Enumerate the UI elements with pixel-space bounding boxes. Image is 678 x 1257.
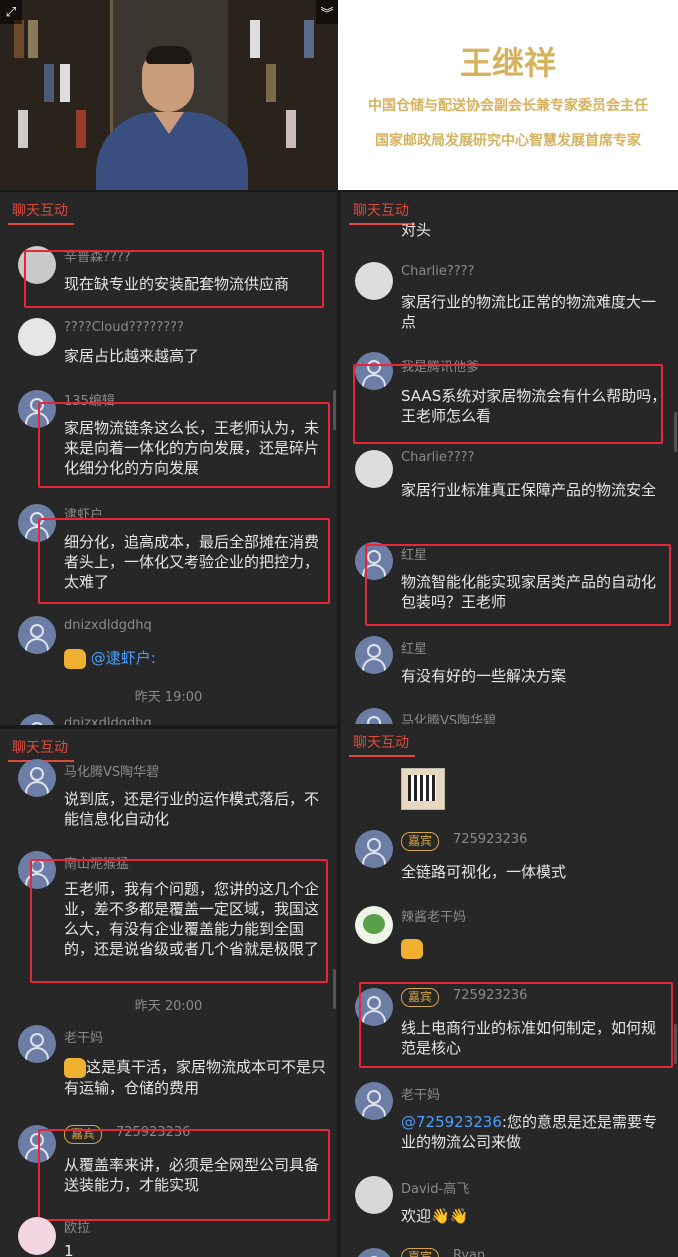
message-text: 家居行业标准真正保障产品的物流安全: [401, 481, 657, 499]
chat-header: 聊天互动: [341, 724, 678, 758]
chat-panel-4: 聊天互动 嘉宾 725923236 全链路可视化，一体模式 辣酱老干妈 嘉宾 7…: [341, 724, 678, 1257]
scrollbar[interactable]: [333, 390, 336, 430]
message-text: [401, 938, 423, 959]
collapse-icon[interactable]: ︾: [316, 0, 338, 24]
avatar: [355, 636, 393, 674]
speaker-title-2: 国家邮政局发展研究中心智慧发展首席专家: [375, 133, 641, 149]
chat-tab-title[interactable]: 聊天互动: [12, 737, 68, 757]
avatar: [355, 708, 393, 725]
highlight-box: [359, 982, 673, 1068]
image-thumbnail[interactable]: [401, 768, 445, 810]
message-text: 欢迎👋👋: [401, 1207, 469, 1225]
username: 725923236: [453, 832, 528, 847]
avatar: [355, 450, 393, 488]
username: David-高飞: [401, 1182, 470, 1197]
avatar: [355, 906, 393, 944]
avatar: [355, 1176, 393, 1214]
username: ????Cloud????????: [64, 320, 184, 335]
time-divider: 昨天 20:00: [134, 999, 203, 1014]
highlight-box: [38, 518, 330, 604]
guest-badge: 嘉宾: [401, 1248, 440, 1257]
message-text: @逮虾户:: [64, 648, 156, 669]
avatar: [355, 830, 393, 868]
username: Charlie????: [401, 264, 475, 279]
scrollbar[interactable]: [333, 969, 336, 1009]
message-text: 家居占比越来越高了: [64, 347, 200, 365]
thumbs-up-icon: [64, 648, 86, 669]
chat-header: 聊天互动: [341, 192, 678, 226]
highlight-box: [38, 402, 330, 488]
speaker-video: ⤢ ︾: [0, 0, 338, 190]
username: Charlie????: [401, 450, 475, 465]
username: dnizxdldgdhq: [64, 618, 152, 633]
highlight-box: [365, 544, 671, 626]
message-text: 家居行业的物流比正常的物流难度大一点: [401, 293, 657, 331]
username: 老干妈: [64, 1031, 104, 1046]
tab-underline: [8, 223, 74, 225]
tab-underline: [349, 755, 415, 757]
speaker-title-1: 中国仓储与配送协会副会长兼专家委员会主任: [368, 98, 648, 114]
message-text: @725923236:您的意思是还是需要专业的物流公司来做: [401, 1113, 657, 1151]
scrollbar[interactable]: [674, 412, 677, 452]
highlight-box: [353, 364, 663, 444]
chat-panel-2: 聊天互动 对头 Charlie???? 家居行业的物流比正常的物流难度大一点 我…: [341, 192, 678, 725]
chat-header: 聊天互动: [0, 729, 337, 763]
highlight-box: [38, 1129, 330, 1221]
thumbs-up-icon: [64, 1057, 86, 1078]
avatar: [355, 262, 393, 300]
chat-tab-title[interactable]: 聊天互动: [353, 200, 409, 220]
avatar: [355, 1082, 393, 1120]
username: dnizxdldgdhq: [64, 716, 152, 725]
speaker-title-card: 王继祥 中国仓储与配送协会副会长兼专家委员会主任 国家邮政局发展研究中心智慧发展…: [338, 0, 678, 190]
username: 老干妈: [401, 1088, 441, 1103]
highlight-box: [30, 859, 328, 983]
avatar: [18, 318, 56, 356]
highlight-box: [24, 250, 324, 308]
chat-panel-1: 聊天互动 辛普森???? 现在缺专业的安装配套物流供应商 ????Cloud??…: [0, 192, 337, 725]
mention-link[interactable]: @逮虾户:: [91, 649, 156, 667]
scrollbar[interactable]: [674, 1024, 677, 1064]
username: 红星: [401, 642, 428, 657]
time-divider: 昨天 19:00: [134, 690, 203, 705]
username: 马化腾VS陶华碧: [64, 765, 160, 780]
mention-link[interactable]: @725923236: [401, 1113, 502, 1131]
username: 辣酱老干妈: [401, 910, 467, 925]
chat-header: 聊天互动: [0, 192, 337, 226]
username: Ryan: [453, 1248, 486, 1257]
avatar: [18, 1025, 56, 1063]
thumbs-up-icon: [401, 938, 423, 959]
message-text: 1: [64, 1242, 74, 1257]
username: 马化腾VS陶华碧: [401, 714, 497, 725]
speaker-name: 王继祥: [459, 44, 556, 82]
message-text: 对头: [401, 221, 432, 239]
username: 欧拉: [64, 1221, 91, 1236]
message-text: 有没有好的一些解决方案: [401, 667, 567, 685]
avatar: [355, 1248, 393, 1257]
chat-tab-title[interactable]: 聊天互动: [12, 200, 68, 220]
chat-panel-3: 聊天互动 马化腾VS陶华碧 说到底，还是行业的运作模式落后，不能信息化自动化 南…: [0, 729, 337, 1257]
avatar: [18, 1217, 56, 1255]
avatar: [18, 714, 56, 725]
fullscreen-icon[interactable]: ⤢: [0, 0, 22, 24]
message-text: 这是真干活，家居物流成本可不是只有运输，仓储的费用: [64, 1057, 327, 1097]
guest-badge: 嘉宾: [401, 832, 440, 851]
avatar: [18, 616, 56, 654]
message-text: 说到底，还是行业的运作模式落后，不能信息化自动化: [64, 790, 320, 828]
chat-tab-title[interactable]: 聊天互动: [353, 732, 409, 752]
avatar: [18, 759, 56, 797]
message-text: 全链路可视化，一体模式: [401, 863, 567, 881]
